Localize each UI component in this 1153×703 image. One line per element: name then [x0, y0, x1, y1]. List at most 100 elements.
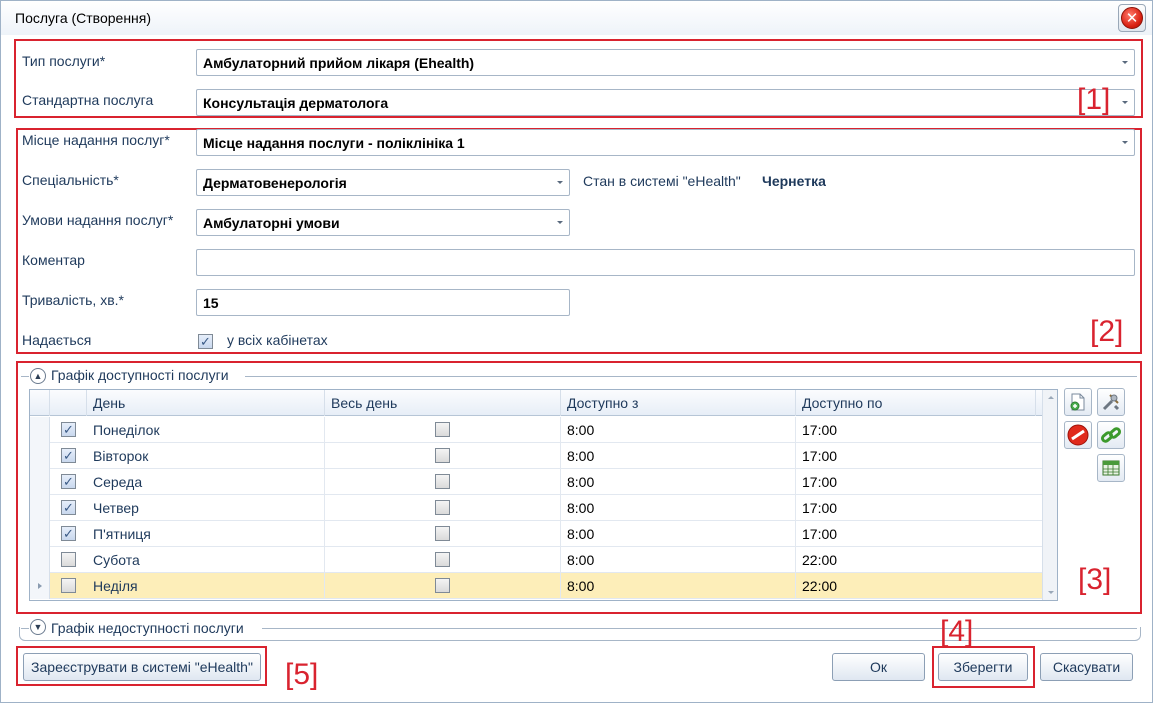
- duration-input[interactable]: 15: [196, 289, 570, 316]
- link-button[interactable]: [1097, 421, 1125, 449]
- table-row[interactable]: Субота 8:00 22:00: [30, 547, 1042, 573]
- specialty-label: Спеціальність*: [22, 172, 119, 188]
- day-enabled-checkbox[interactable]: ✓: [61, 422, 76, 437]
- conditions-combo[interactable]: Амбулаторні умови: [196, 209, 570, 236]
- place-combo[interactable]: Місце надання послуги - поліклініка 1: [196, 129, 1135, 156]
- day-cell: Понеділок: [87, 417, 325, 443]
- specialty-combo[interactable]: Дерматовенерологія: [196, 169, 570, 196]
- available-to-cell[interactable]: 17:00: [796, 417, 1042, 443]
- annotation-label-1: [1]: [1077, 83, 1111, 116]
- available-from-cell[interactable]: 8:00: [561, 469, 796, 495]
- all-day-checkbox[interactable]: [435, 526, 450, 541]
- chevron-down-icon[interactable]: [1122, 61, 1128, 64]
- table-row[interactable]: ✓ Четвер 8:00 17:00: [30, 495, 1042, 521]
- chevron-down-icon[interactable]: [1122, 141, 1128, 144]
- row-indicator[interactable]: [30, 443, 50, 469]
- dialog-window: Послуга (Створення) ✕ Тип послуги* Амбул…: [0, 0, 1153, 703]
- service-type-combo[interactable]: Амбулаторний прийом лікаря (Ehealth): [196, 49, 1135, 76]
- day-cell: П'ятниця: [87, 521, 325, 547]
- row-indicator[interactable]: [30, 469, 50, 495]
- check-icon: ✓: [63, 448, 74, 463]
- table-button[interactable]: [1097, 454, 1125, 482]
- table-row[interactable]: ✓ Вівторок 8:00 17:00: [30, 443, 1042, 469]
- day-enabled-checkbox[interactable]: ✓: [61, 526, 76, 541]
- annotation-label-2: [2]: [1090, 315, 1124, 348]
- all-day-checkbox[interactable]: [435, 474, 450, 489]
- chevron-down-icon[interactable]: [1122, 101, 1128, 104]
- save-button[interactable]: Зберегти: [938, 653, 1028, 681]
- row-indicator[interactable]: [30, 573, 50, 599]
- annotation-label-5: [5]: [285, 658, 319, 691]
- row-indicator[interactable]: [30, 521, 50, 547]
- row-indicator[interactable]: [30, 495, 50, 521]
- header-available-from[interactable]: Доступно з: [561, 390, 796, 416]
- header-available-to[interactable]: Доступно по: [796, 390, 1036, 416]
- table-row[interactable]: Неділя 8:00 22:00: [30, 573, 1042, 599]
- close-icon: ✕: [1121, 7, 1143, 29]
- row-indicator[interactable]: [30, 547, 50, 573]
- collapse-availability-button[interactable]: ▲: [30, 368, 46, 384]
- day-enabled-checkbox[interactable]: ✓: [61, 474, 76, 489]
- edit-button[interactable]: [1097, 388, 1125, 416]
- available-from-cell[interactable]: 8:00: [561, 417, 796, 443]
- day-enabled-checkbox[interactable]: [61, 552, 76, 567]
- chevron-down-icon[interactable]: [557, 221, 563, 224]
- available-to-cell[interactable]: 17:00: [796, 495, 1042, 521]
- duration-label: Тривалість, хв.*: [22, 292, 124, 308]
- header-day[interactable]: День: [87, 390, 325, 416]
- availability-header: Графік доступності послуги: [51, 367, 229, 383]
- check-icon: ✓: [63, 422, 74, 437]
- available-from-cell[interactable]: 8:00: [561, 521, 796, 547]
- all-rooms-checkbox[interactable]: ✓: [198, 334, 213, 349]
- available-to-cell[interactable]: 17:00: [796, 443, 1042, 469]
- grid-scrollbar[interactable]: [1042, 390, 1057, 600]
- window-title: Послуга (Створення): [15, 10, 152, 26]
- all-day-checkbox[interactable]: [435, 552, 450, 567]
- day-cell: Вівторок: [87, 443, 325, 469]
- standard-service-combo[interactable]: Консультація дерматолога: [196, 89, 1135, 116]
- day-enabled-checkbox[interactable]: [61, 578, 76, 593]
- comment-input[interactable]: [196, 249, 1135, 276]
- check-icon: ✓: [63, 526, 74, 541]
- day-enabled-checkbox[interactable]: ✓: [61, 448, 76, 463]
- scroll-down-icon[interactable]: [1048, 591, 1054, 594]
- day-cell: Субота: [87, 547, 325, 573]
- table-row[interactable]: ✓ П'ятниця 8:00 17:00: [30, 521, 1042, 547]
- available-to-cell[interactable]: 22:00: [796, 547, 1042, 573]
- specialty-value: Дерматовенерологія: [203, 175, 347, 191]
- available-to-cell[interactable]: 17:00: [796, 521, 1042, 547]
- all-day-cell: [325, 417, 561, 443]
- available-from-cell[interactable]: 8:00: [561, 443, 796, 469]
- standard-service-label: Стандартна послуга: [22, 92, 154, 108]
- chevron-down-icon[interactable]: [557, 181, 563, 184]
- all-day-checkbox[interactable]: [435, 500, 450, 515]
- available-from-cell[interactable]: 8:00: [561, 573, 796, 599]
- available-from-cell[interactable]: 8:00: [561, 547, 796, 573]
- header-all-day[interactable]: Весь день: [325, 390, 561, 416]
- table-row[interactable]: ✓ Середа 8:00 17:00: [30, 469, 1042, 495]
- delete-button[interactable]: [1064, 421, 1092, 449]
- service-type-label: Тип послуги*: [22, 53, 106, 69]
- all-day-cell: [325, 495, 561, 521]
- link-icon: [1100, 427, 1122, 443]
- close-button[interactable]: ✕: [1118, 4, 1146, 32]
- available-to-cell[interactable]: 17:00: [796, 469, 1042, 495]
- available-from-cell[interactable]: 8:00: [561, 495, 796, 521]
- group-border: [21, 376, 29, 377]
- day-cell: Неділя: [87, 573, 325, 599]
- all-day-checkbox[interactable]: [435, 448, 450, 463]
- all-day-checkbox[interactable]: [435, 422, 450, 437]
- scroll-up-icon[interactable]: [1048, 396, 1054, 399]
- all-day-cell: [325, 547, 561, 573]
- ehealth-status-value: Чернетка: [762, 173, 826, 189]
- available-to-cell[interactable]: 22:00: [796, 573, 1042, 599]
- cancel-button[interactable]: Скасувати: [1040, 653, 1133, 681]
- ok-button[interactable]: Ок: [832, 653, 925, 681]
- row-indicator[interactable]: [30, 417, 50, 443]
- register-ehealth-button[interactable]: Зареєструвати в системі "eHealth": [23, 653, 261, 681]
- day-enabled-checkbox[interactable]: ✓: [61, 500, 76, 515]
- add-button[interactable]: [1064, 388, 1092, 416]
- check-icon: ✓: [63, 500, 74, 515]
- table-row[interactable]: ✓ Понеділок 8:00 17:00: [30, 417, 1042, 443]
- all-day-checkbox[interactable]: [435, 578, 450, 593]
